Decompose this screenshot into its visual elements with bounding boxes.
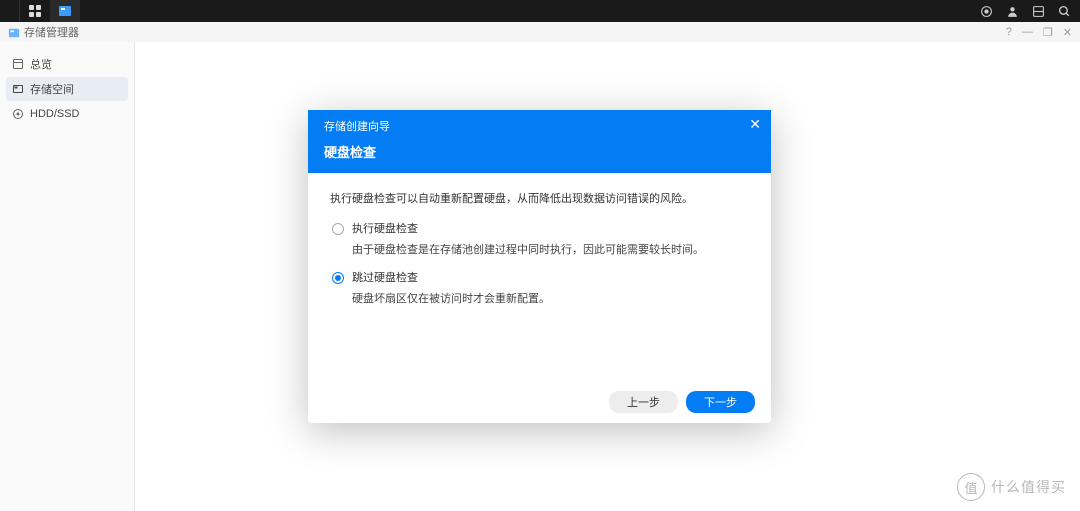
- sidebar-item-label: 存储空间: [30, 81, 74, 97]
- modal-close-button[interactable]: ✕: [749, 116, 761, 133]
- modal-description: 执行硬盘检查可以自动重新配置硬盘，从而降低出现数据访问错误的风险。: [330, 191, 749, 209]
- app-icon: [8, 26, 20, 38]
- maximize-button[interactable]: ❐: [1043, 26, 1053, 39]
- sidebar-item-storage[interactable]: 存储空间: [6, 77, 128, 101]
- radio-icon: [332, 272, 344, 284]
- taskbar-menu[interactable]: [0, 0, 20, 22]
- sidebar-item-label: HDD/SSD: [30, 108, 80, 120]
- modal-footer: 上一步 下一步: [308, 381, 771, 423]
- modal-body: 执行硬盘检查可以自动重新配置硬盘，从而降低出现数据访问错误的风险。 执行硬盘检查…: [308, 173, 771, 381]
- radio-icon: [332, 223, 344, 235]
- help-button[interactable]: ?: [1006, 26, 1012, 38]
- taskbar-app-storage[interactable]: [50, 0, 80, 22]
- minimize-button[interactable]: —: [1022, 26, 1033, 38]
- taskbar-app-grid[interactable]: [20, 0, 50, 22]
- sidebar-item-overview[interactable]: 总览: [6, 52, 128, 76]
- modal-breadcrumb: 存储创建向导: [324, 118, 755, 134]
- widgets-icon[interactable]: [1026, 0, 1050, 22]
- overview-icon: [12, 58, 24, 70]
- radio-label: 执行硬盘检查: [352, 221, 418, 239]
- radio-hint: 由于硬盘检查是在存储池创建过程中同时执行，因此可能需要较长时间。: [352, 242, 749, 260]
- watermark-icon: 值: [957, 473, 985, 501]
- watermark: 值 什么值得买: [957, 473, 1066, 501]
- notification-icon[interactable]: [974, 0, 998, 22]
- back-button[interactable]: 上一步: [609, 391, 678, 413]
- window-titlebar: 存储管理器 ? — ❐ ✕: [0, 22, 1080, 42]
- sidebar: 总览 存储空间 HDD/SSD: [0, 42, 135, 511]
- modal-title: 硬盘检查: [324, 142, 755, 161]
- radio-hint: 硬盘坏扇区仅在被访问时才会重新配置。: [352, 291, 749, 309]
- sidebar-item-label: 总览: [30, 56, 52, 72]
- disk-icon: [12, 108, 24, 120]
- search-icon[interactable]: [1052, 0, 1076, 22]
- radio-option-skip-check[interactable]: 跳过硬盘检查: [332, 270, 749, 288]
- modal-header: 存储创建向导 硬盘检查 ✕: [308, 110, 771, 173]
- window-title: 存储管理器: [24, 24, 79, 40]
- storage-icon: [12, 83, 24, 95]
- radio-label: 跳过硬盘检查: [352, 270, 418, 288]
- user-icon[interactable]: [1000, 0, 1024, 22]
- close-button[interactable]: ✕: [1063, 26, 1072, 39]
- system-taskbar: [0, 0, 1080, 22]
- sidebar-item-hdd-ssd[interactable]: HDD/SSD: [6, 102, 128, 126]
- watermark-text: 什么值得买: [991, 477, 1066, 497]
- storage-wizard-modal: 存储创建向导 硬盘检查 ✕ 执行硬盘检查可以自动重新配置硬盘，从而降低出现数据访…: [308, 110, 771, 423]
- next-button[interactable]: 下一步: [686, 391, 755, 413]
- radio-option-perform-check[interactable]: 执行硬盘检查: [332, 221, 749, 239]
